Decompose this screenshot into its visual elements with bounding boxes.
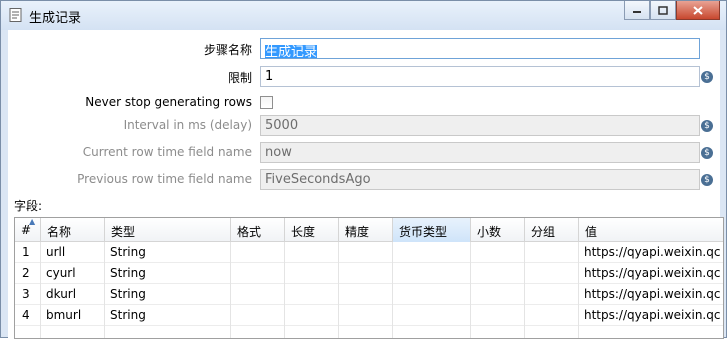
cell-name[interactable]: cyurl: [41, 263, 105, 284]
variable-icon[interactable]: $: [701, 174, 713, 186]
cell-decimal[interactable]: [471, 242, 525, 263]
maximize-icon: [658, 5, 668, 15]
table-row[interactable]: 3 dkurl String https://qyapi.weixin.qc: [15, 284, 723, 305]
cell-group[interactable]: [525, 305, 579, 326]
cell-decimal[interactable]: [471, 263, 525, 284]
cell-length[interactable]: [285, 305, 339, 326]
cell-format[interactable]: [231, 326, 285, 338]
column-header-index[interactable]: ▲ #: [15, 218, 41, 242]
table-row[interactable]: 2 cyurl String https://qyapi.weixin.qc: [15, 263, 723, 284]
table-header: ▲ # 名称 类型 格式 长度 精度 货币类型 小数 分组 值: [15, 218, 723, 242]
cell-precision[interactable]: [339, 305, 393, 326]
cell-group[interactable]: [525, 242, 579, 263]
column-header-currency[interactable]: 货币类型: [393, 218, 471, 242]
cell-format[interactable]: [231, 284, 285, 305]
variable-icon[interactable]: $: [701, 120, 713, 132]
row-number: 3: [15, 284, 41, 305]
cell-precision[interactable]: [339, 326, 393, 338]
cell-format[interactable]: [231, 263, 285, 284]
cell-decimal[interactable]: [471, 284, 525, 305]
cell-decimal[interactable]: [471, 305, 525, 326]
cell-type[interactable]: String: [105, 305, 231, 326]
cell-type[interactable]: String: [105, 242, 231, 263]
window-title: 生成记录: [29, 11, 82, 26]
limit-label: 限制: [227, 71, 252, 85]
close-button[interactable]: [676, 1, 720, 20]
cell-currency[interactable]: [393, 326, 471, 338]
cell-currency[interactable]: [393, 305, 471, 326]
minimize-button[interactable]: [624, 1, 650, 20]
column-header-group[interactable]: 分组: [525, 218, 579, 242]
cell-length[interactable]: [285, 326, 339, 338]
variable-icon[interactable]: $: [701, 71, 713, 83]
variable-icon[interactable]: $: [701, 147, 713, 159]
never-stop-label: Never stop generating rows: [85, 95, 252, 109]
column-header-decimal[interactable]: 小数: [471, 218, 525, 242]
cell-currency[interactable]: [393, 284, 471, 305]
document-icon: [9, 8, 22, 22]
column-header-name[interactable]: 名称: [41, 218, 105, 242]
column-header-precision[interactable]: 精度: [339, 218, 393, 242]
cell-name[interactable]: dkurl: [41, 284, 105, 305]
row-number: [15, 326, 41, 338]
cell-decimal[interactable]: [471, 326, 525, 338]
cell-value[interactable]: https://qyapi.weixin.qc: [579, 263, 723, 284]
cell-type[interactable]: [105, 326, 231, 338]
cell-value[interactable]: [579, 326, 723, 338]
cell-type[interactable]: String: [105, 284, 231, 305]
cell-type[interactable]: String: [105, 263, 231, 284]
cell-length[interactable]: [285, 242, 339, 263]
cell-group[interactable]: [525, 263, 579, 284]
minimize-icon: [633, 11, 641, 13]
cell-group[interactable]: [525, 284, 579, 305]
row-number: 2: [15, 263, 41, 284]
title-bar[interactable]: 生成记录: [1, 1, 726, 30]
fields-table[interactable]: ▲ # 名称 类型 格式 长度 精度 货币类型 小数 分组 值 1 urll S…: [14, 217, 724, 339]
sort-icon: ▲: [29, 218, 36, 226]
cell-group[interactable]: [525, 326, 579, 338]
cell-value[interactable]: https://qyapi.weixin.qc: [579, 305, 723, 326]
cell-currency[interactable]: [393, 242, 471, 263]
previous-row-time-input[interactable]: FiveSecondsAgo: [260, 169, 700, 190]
window-controls: [624, 1, 720, 21]
cell-length[interactable]: [285, 284, 339, 305]
step-name-label: 步骤名称: [203, 43, 252, 57]
close-icon: [693, 5, 703, 15]
cell-name[interactable]: bmurl: [41, 305, 105, 326]
cell-length[interactable]: [285, 263, 339, 284]
column-header-type[interactable]: 类型: [105, 218, 231, 242]
column-header-value[interactable]: 值: [579, 218, 723, 242]
table-row[interactable]: 4 bmurl String https://qyapi.weixin.qc: [15, 305, 723, 326]
previous-row-time-label: Previous row time field name: [77, 172, 252, 186]
never-stop-checkbox[interactable]: [260, 96, 273, 109]
interval-label: Interval in ms (delay): [123, 118, 252, 132]
interval-input[interactable]: 5000: [260, 115, 700, 136]
cell-precision[interactable]: [339, 242, 393, 263]
maximize-button[interactable]: [650, 1, 676, 20]
dialog-window: 生成记录 步骤名称 生成记录 限制 1 $ Never stop generat…: [0, 0, 727, 339]
cell-precision[interactable]: [339, 284, 393, 305]
cell-precision[interactable]: [339, 263, 393, 284]
limit-input[interactable]: 1: [260, 66, 700, 87]
cell-name[interactable]: urll: [41, 242, 105, 263]
cell-format[interactable]: [231, 242, 285, 263]
cell-currency[interactable]: [393, 263, 471, 284]
dialog-body: 步骤名称 生成记录 限制 1 $ Never stop generating r…: [8, 30, 724, 339]
table-row-empty[interactable]: [15, 326, 723, 338]
column-header-length[interactable]: 长度: [285, 218, 339, 242]
cell-value[interactable]: https://qyapi.weixin.qc: [579, 242, 723, 263]
step-name-value: 生成记录: [265, 45, 318, 59]
table-row[interactable]: 1 urll String https://qyapi.weixin.qc: [15, 242, 723, 263]
cell-value[interactable]: https://qyapi.weixin.qc: [579, 284, 723, 305]
row-number: 4: [15, 305, 41, 326]
step-name-input[interactable]: 生成记录: [260, 38, 700, 59]
cell-format[interactable]: [231, 305, 285, 326]
cell-name[interactable]: [41, 326, 105, 338]
row-number: 1: [15, 242, 41, 263]
column-header-format[interactable]: 格式: [231, 218, 285, 242]
current-row-time-label: Current row time field name: [82, 145, 252, 159]
current-row-time-input[interactable]: now: [260, 142, 700, 163]
fields-section-label: 字段:: [14, 199, 43, 213]
